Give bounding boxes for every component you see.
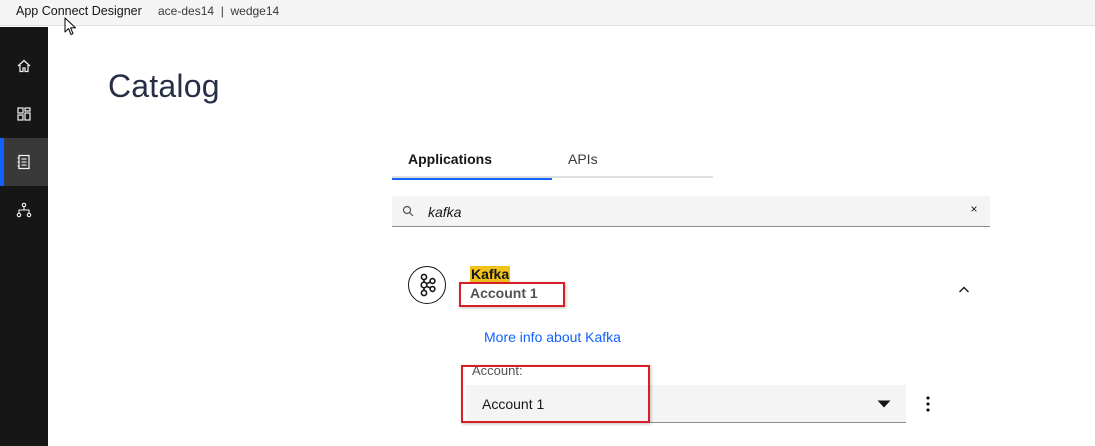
search-bar: × bbox=[392, 196, 990, 227]
search-input[interactable] bbox=[428, 201, 948, 223]
hierarchy-icon bbox=[16, 202, 32, 218]
catalog-icon bbox=[17, 154, 30, 170]
tab-applications[interactable]: Applications bbox=[392, 142, 552, 180]
app-name: Kafka bbox=[470, 266, 511, 283]
catalog-tabs: Applications APIs bbox=[392, 142, 713, 180]
home-icon bbox=[17, 59, 31, 73]
more-info-link[interactable]: More info about Kafka bbox=[484, 329, 621, 345]
clear-search-icon[interactable]: × bbox=[967, 202, 981, 218]
highlight-box-account-name bbox=[459, 282, 565, 307]
page-title: Catalog bbox=[108, 68, 220, 104]
chevron-up-icon[interactable] bbox=[956, 282, 972, 298]
caret-down-icon bbox=[877, 400, 891, 408]
kafka-logo-icon bbox=[408, 266, 446, 304]
overflow-menu-icon[interactable] bbox=[920, 394, 936, 414]
sidebar-item-dashboard[interactable] bbox=[0, 90, 48, 138]
instance-name: ace-des14 | wedge14 bbox=[158, 4, 280, 18]
search-icon bbox=[402, 205, 414, 217]
top-bar: App Connect Designer ace-des14 | wedge14 bbox=[0, 0, 1095, 26]
sidebar-item-home[interactable] bbox=[0, 42, 48, 90]
mouse-cursor-icon bbox=[64, 17, 77, 36]
tab-apis[interactable]: APIs bbox=[552, 142, 713, 178]
dashboard-icon bbox=[17, 107, 31, 121]
sidebar bbox=[0, 27, 48, 446]
sidebar-item-hierarchy[interactable] bbox=[0, 186, 48, 234]
app-title: App Connect Designer bbox=[16, 4, 142, 18]
highlight-box-account-select bbox=[461, 365, 650, 423]
sidebar-item-catalog[interactable] bbox=[0, 138, 48, 186]
